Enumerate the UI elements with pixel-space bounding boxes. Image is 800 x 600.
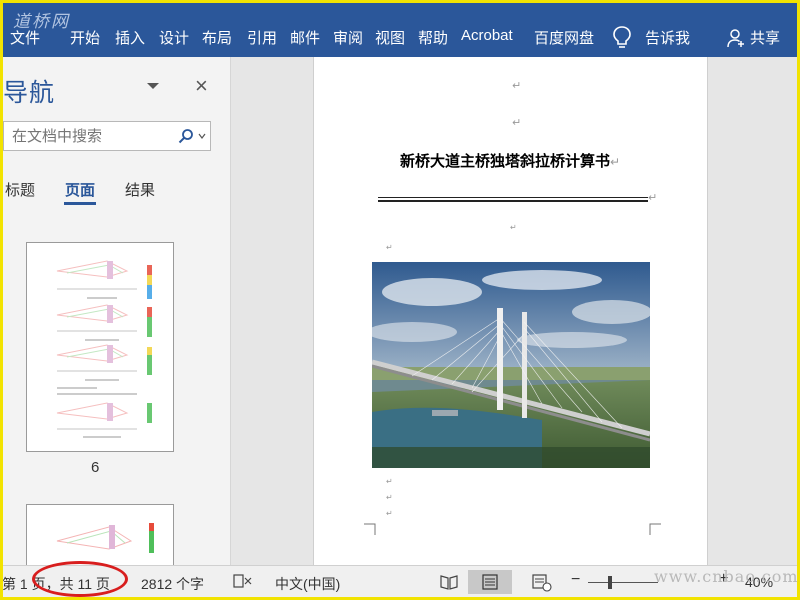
paragraph-mark: ↵ — [512, 79, 522, 92]
nav-tab-headings[interactable]: 标题 — [5, 179, 35, 200]
nav-tab-results[interactable]: 结果 — [125, 179, 155, 200]
site-watermark-bottom: www.cnbao.com — [654, 567, 799, 586]
tell-me-box[interactable]: 告诉我 — [645, 27, 690, 48]
tab-mailings[interactable]: 邮件 — [290, 27, 320, 48]
paragraph-mark: ↵ — [610, 155, 621, 169]
document-title: 新桥大道主桥独塔斜拉桥计算书↵ — [400, 152, 621, 170]
tab-view[interactable]: 视图 — [375, 27, 405, 48]
zoom-slider-track[interactable] — [588, 582, 658, 583]
paragraph-mark: ↵ — [386, 509, 393, 518]
word-window: 道桥网 文件 开始 插入 设计 布局 引用 邮件 审阅 视图 帮助 Acroba… — [3, 3, 797, 597]
tab-layout[interactable]: 布局 — [202, 27, 232, 48]
document-page[interactable]: ↵ ↵ 新桥大道主桥独塔斜拉桥计算书↵ ↵ ↵ ↵ ↵ ↵ ↵ — [313, 57, 708, 565]
close-pane-button[interactable]: × — [195, 75, 208, 97]
share-person-icon[interactable] — [726, 28, 746, 48]
tab-design[interactable]: 设计 — [159, 27, 189, 48]
paragraph-mark: ↵ — [386, 243, 393, 252]
word-count-status[interactable]: 2812 个字 — [141, 574, 204, 594]
tab-help[interactable]: 帮助 — [418, 27, 448, 48]
print-layout-icon — [482, 574, 498, 590]
page-thumbnail-7[interactable] — [26, 504, 174, 565]
active-tab-indicator — [64, 202, 96, 205]
zoom-out-button[interactable]: − — [571, 571, 580, 589]
paragraph-mark: ↵ — [386, 493, 393, 502]
tab-references[interactable]: 引用 — [247, 27, 277, 48]
title-rule-bottom — [378, 200, 648, 202]
read-mode-icon — [440, 575, 458, 590]
lightbulb-icon[interactable] — [611, 25, 633, 49]
proofing-book-icon[interactable] — [233, 573, 253, 589]
nav-search-input[interactable] — [4, 122, 168, 150]
web-layout-icon — [532, 574, 552, 592]
language-status[interactable]: 中文(中国) — [275, 574, 340, 594]
nav-tab-pages[interactable]: 页面 — [65, 179, 95, 200]
navigation-pane: 导航 × 标题 页面 结果 — [3, 57, 231, 565]
tab-acrobat[interactable]: Acrobat — [461, 27, 513, 44]
crop-mark-left-icon — [364, 523, 376, 535]
title-rule-top — [378, 197, 648, 198]
highlight-ellipse — [32, 561, 128, 597]
tab-insert[interactable]: 插入 — [115, 27, 145, 48]
thumbnail-page-number: 6 — [91, 459, 100, 476]
ribbon: 道桥网 文件 开始 插入 设计 布局 引用 邮件 审阅 视图 帮助 Acroba… — [3, 3, 797, 57]
web-layout-button[interactable] — [519, 570, 563, 594]
paragraph-mark: ↵ — [512, 116, 522, 129]
pane-options-chevron-icon[interactable] — [146, 81, 160, 91]
document-area: ↵ ↵ 新桥大道主桥独塔斜拉桥计算书↵ ↵ ↵ ↵ ↵ ↵ ↵ — [232, 57, 797, 565]
search-icon[interactable] — [178, 128, 194, 144]
nav-pane-title: 导航 — [3, 79, 56, 107]
share-button[interactable]: 共享 — [750, 27, 780, 48]
read-mode-button[interactable] — [427, 570, 471, 594]
search-options-chevron-icon[interactable] — [198, 132, 206, 140]
tab-baidu-netdisk[interactable]: 百度网盘 — [534, 27, 594, 48]
zoom-slider-thumb[interactable] — [608, 576, 612, 589]
tab-home[interactable]: 开始 — [70, 27, 100, 48]
tab-review[interactable]: 审阅 — [333, 27, 363, 48]
page-thumbnail-7-preview — [56, 523, 154, 553]
paragraph-mark: ↵ — [386, 477, 393, 486]
print-layout-button[interactable] — [468, 570, 512, 594]
paragraph-mark: ↵ — [510, 223, 517, 232]
paragraph-mark: ↵ — [648, 191, 658, 204]
tab-file[interactable]: 文件 — [10, 27, 40, 48]
nav-search-box — [3, 121, 211, 151]
bridge-photo[interactable] — [372, 262, 650, 468]
page-thumbnail-6[interactable] — [26, 242, 174, 452]
page-thumbnail-6-preview — [56, 260, 152, 438]
crop-mark-right-icon — [649, 523, 661, 535]
